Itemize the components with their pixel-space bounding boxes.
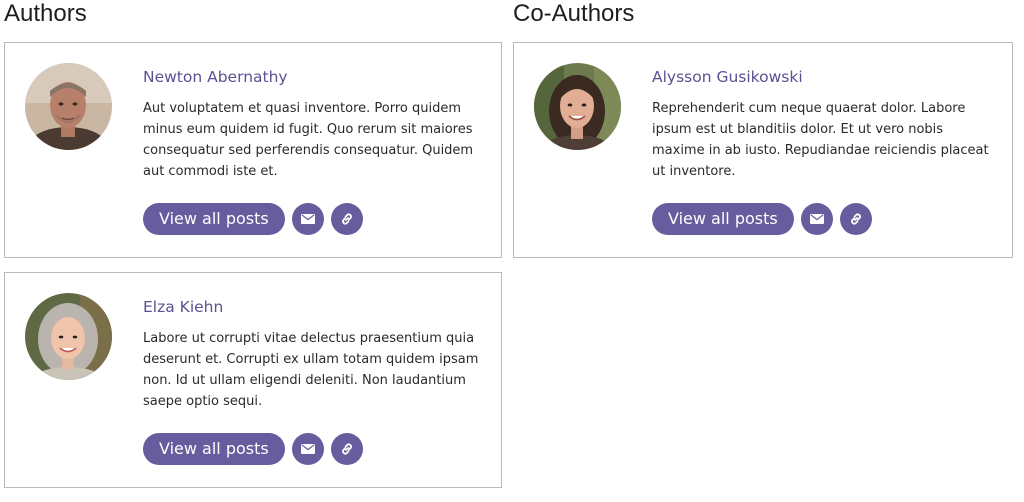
author-bio: Reprehenderit cum neque quaerat dolor. L… <box>652 101 989 179</box>
author-card: Elza Kiehn Labore ut corrupti vitae dele… <box>4 272 502 488</box>
email-button[interactable] <box>291 203 324 235</box>
coauthors-heading: Co-Authors <box>513 0 635 27</box>
link-icon <box>341 443 352 455</box>
envelope-icon <box>300 444 315 454</box>
author-name-link[interactable]: Newton Abernathy <box>143 67 288 87</box>
email-button[interactable] <box>800 203 833 235</box>
coauthor-card: Alysson Gusikowski Reprehenderit cum neq… <box>513 42 1013 258</box>
author-actions: View all posts <box>143 433 363 465</box>
email-button[interactable] <box>291 433 324 465</box>
view-all-posts-button[interactable]: View all posts <box>143 433 285 465</box>
authors-heading: Authors <box>4 0 87 27</box>
author-bio: Aut voluptatem et quasi inventore. Porro… <box>143 101 474 179</box>
author-name-link[interactable]: Alysson Gusikowski <box>652 67 803 87</box>
avatar <box>534 63 621 150</box>
author-card: Newton Abernathy Aut voluptatem et quasi… <box>4 42 502 258</box>
author-bio: Labore ut corrupti vitae delectus praese… <box>143 331 479 409</box>
avatar <box>25 293 112 380</box>
author-name-link[interactable]: Elza Kiehn <box>143 297 223 317</box>
envelope-icon <box>300 214 315 224</box>
view-all-posts-button[interactable]: View all posts <box>652 203 794 235</box>
envelope-icon <box>809 214 824 224</box>
website-link-button[interactable] <box>330 203 363 235</box>
author-actions: View all posts <box>143 203 363 235</box>
link-icon <box>850 213 861 225</box>
website-link-button[interactable] <box>330 433 363 465</box>
avatar <box>25 63 112 150</box>
link-icon <box>341 213 352 225</box>
website-link-button[interactable] <box>839 203 872 235</box>
view-all-posts-button[interactable]: View all posts <box>143 203 285 235</box>
author-actions: View all posts <box>652 203 872 235</box>
